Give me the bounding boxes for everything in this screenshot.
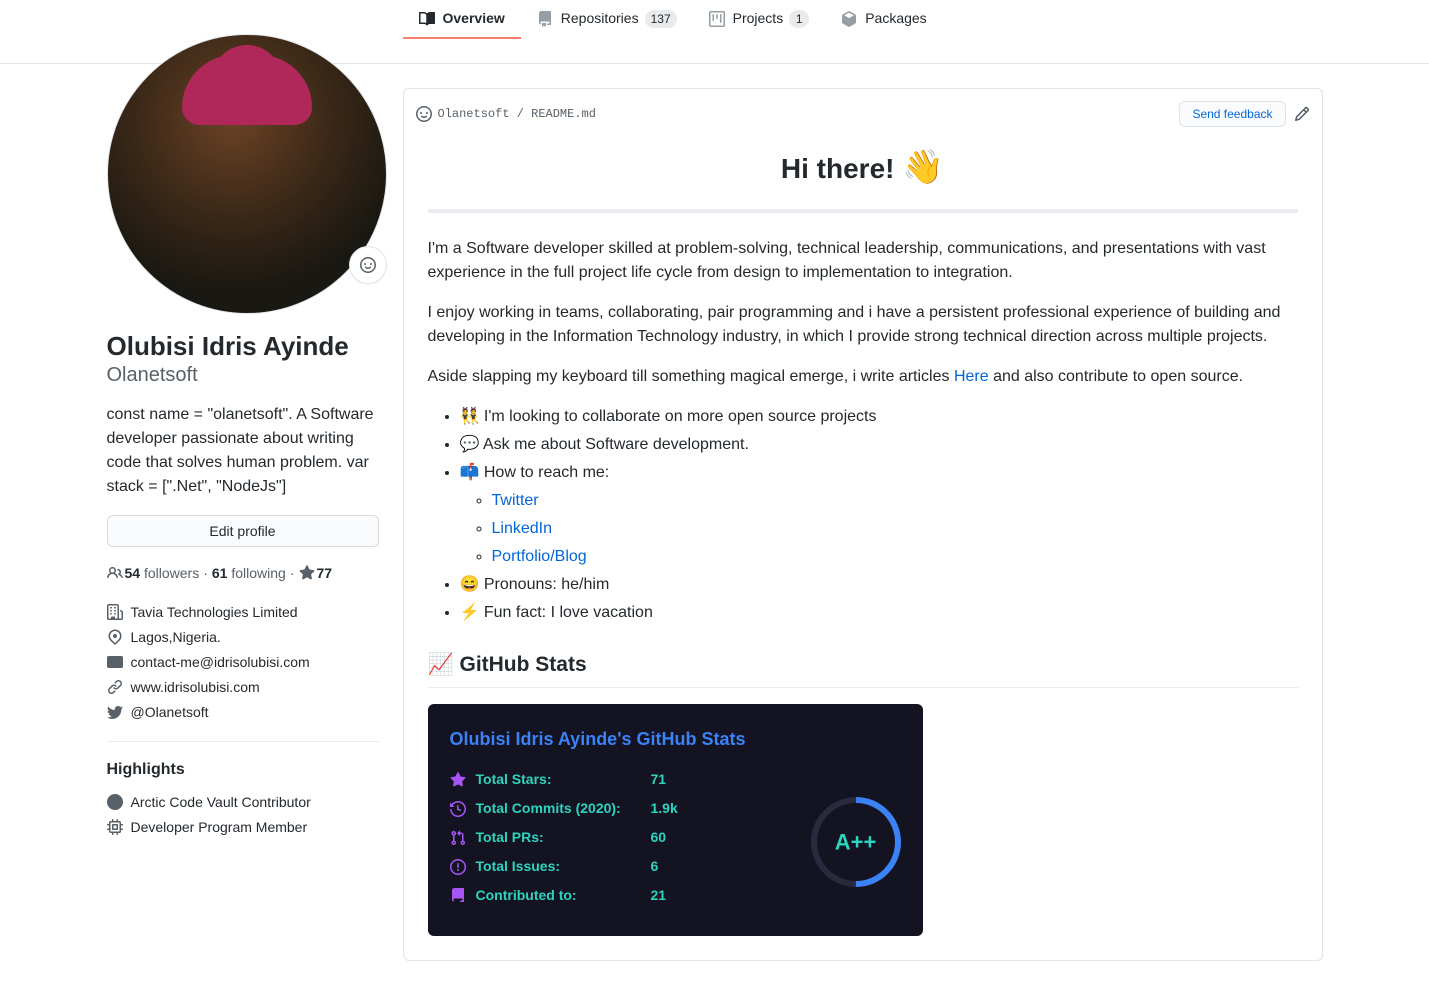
bullet-reach: 📫 How to reach me: Twitter LinkedIn Port…	[460, 461, 1298, 569]
stat-issues: Total Issues:6	[450, 856, 771, 877]
mail-icon	[107, 654, 123, 670]
follow-stats: 54 followers · 61 following · 77	[107, 563, 379, 584]
reach-twitter-link[interactable]: Twitter	[492, 492, 539, 509]
stat-stars: Total Stars:71	[450, 769, 771, 790]
profile-sidebar: Olubisi Idris Ayinde Olanetsoft const na…	[107, 64, 403, 985]
bullet-ask: 💬 Ask me about Software development.	[460, 433, 1298, 457]
edit-readme-button[interactable]	[1294, 106, 1310, 122]
following-link[interactable]: 61 following	[212, 563, 286, 584]
tab-overview-label: Overview	[443, 8, 505, 29]
repo-counter: 137	[645, 10, 677, 28]
grade-ring: A++	[792, 778, 919, 905]
followers-link[interactable]: 54 followers	[125, 563, 200, 584]
link-icon	[107, 679, 123, 695]
smiley-icon	[360, 257, 376, 273]
main-content: Olanetsoft / README.md Send feedback Hi …	[403, 88, 1323, 985]
smiley-icon	[416, 106, 432, 122]
tab-repositories[interactable]: Repositories 137	[521, 0, 693, 39]
bullet-collaborate: 👯 I'm looking to collaborate on more ope…	[460, 405, 1298, 429]
twitter-link[interactable]: @Olanetsoft	[131, 702, 209, 723]
stat-contrib: Contributed to:21	[450, 885, 771, 906]
set-status-button[interactable]	[349, 246, 387, 284]
organization-icon	[107, 604, 123, 620]
cpu-icon	[107, 819, 123, 835]
location-icon	[107, 629, 123, 645]
bullet-pronouns: 😄 Pronouns: he/him	[460, 573, 1298, 597]
vcard-location: Lagos,Nigeria.	[107, 625, 379, 650]
bio: const name = "olanetsoft". A Software de…	[107, 403, 379, 499]
tab-projects-label: Projects	[733, 8, 784, 29]
website-link[interactable]: www.idrisolubisi.com	[131, 677, 260, 698]
stats-heading: 📈 GitHub Stats	[428, 649, 1298, 688]
reach-portfolio-link[interactable]: Portfolio/Blog	[492, 548, 587, 565]
vcard-website: www.idrisolubisi.com	[107, 675, 379, 700]
tab-overview[interactable]: Overview	[403, 0, 521, 39]
wave-emoji: 👋	[902, 149, 944, 186]
history-icon	[450, 801, 466, 817]
profile-readme: Olanetsoft / README.md Send feedback Hi …	[403, 88, 1323, 961]
issue-icon	[450, 859, 466, 875]
readme-intro-2: I enjoy working in teams, collaborating,…	[428, 301, 1298, 349]
snowflake-icon	[107, 794, 123, 810]
star-icon	[450, 772, 466, 788]
vcard-email: contact-me@idrisolubisi.com	[107, 650, 379, 675]
tab-packages-label: Packages	[865, 8, 926, 29]
bullet-funfact: ⚡ Fun fact: I love vacation	[460, 601, 1298, 625]
tab-packages[interactable]: Packages	[825, 0, 942, 39]
avatar-container	[107, 34, 387, 314]
username: Olanetsoft	[107, 363, 379, 387]
highlights-section: Highlights Arctic Code Vault Contributor…	[107, 741, 379, 840]
tab-repositories-label: Repositories	[561, 8, 639, 29]
vcard-twitter: @Olanetsoft	[107, 700, 379, 725]
avatar[interactable]	[107, 34, 387, 314]
twitter-icon	[107, 706, 123, 719]
readme-intro-3: Aside slapping my keyboard till somethin…	[428, 365, 1298, 389]
github-stats-card: Olubisi Idris Ayinde's GitHub Stats Tota…	[428, 704, 923, 936]
email-link[interactable]: contact-me@idrisolubisi.com	[131, 652, 310, 673]
repo-icon	[450, 888, 466, 904]
people-icon	[107, 565, 123, 581]
projects-counter: 1	[789, 10, 809, 28]
star-icon	[299, 565, 315, 581]
readme-intro-1: I'm a Software developer skilled at prob…	[428, 237, 1298, 285]
readme-divider	[428, 209, 1298, 213]
readme-path[interactable]: Olanetsoft / README.md	[416, 105, 596, 123]
highlight-developer[interactable]: Developer Program Member	[107, 815, 379, 840]
send-feedback-button[interactable]: Send feedback	[1179, 101, 1285, 127]
edit-profile-button[interactable]: Edit profile	[107, 515, 379, 547]
stat-prs: Total PRs:60	[450, 827, 771, 848]
reach-linkedin-link[interactable]: LinkedIn	[492, 520, 553, 537]
stats-card-title: Olubisi Idris Ayinde's GitHub Stats	[450, 726, 901, 753]
git-pull-request-icon	[450, 830, 466, 846]
readme-greeting: Hi there! 👋	[428, 143, 1298, 193]
stat-commits: Total Commits (2020):1.9k	[450, 798, 771, 819]
articles-link[interactable]: Here	[954, 368, 989, 385]
tab-projects[interactable]: Projects 1	[693, 0, 826, 39]
stars-link[interactable]: 77	[317, 563, 333, 584]
full-name: Olubisi Idris Ayinde	[107, 330, 379, 363]
highlights-title: Highlights	[107, 741, 379, 782]
vcard-details: Tavia Technologies Limited Lagos,Nigeria…	[107, 600, 379, 725]
vcard-company: Tavia Technologies Limited	[107, 600, 379, 625]
grade-text: A++	[835, 825, 877, 858]
profile-tabs: Overview Repositories 137 Projects 1 Pac…	[403, 0, 943, 39]
highlight-arctic[interactable]: Arctic Code Vault Contributor	[107, 790, 379, 815]
